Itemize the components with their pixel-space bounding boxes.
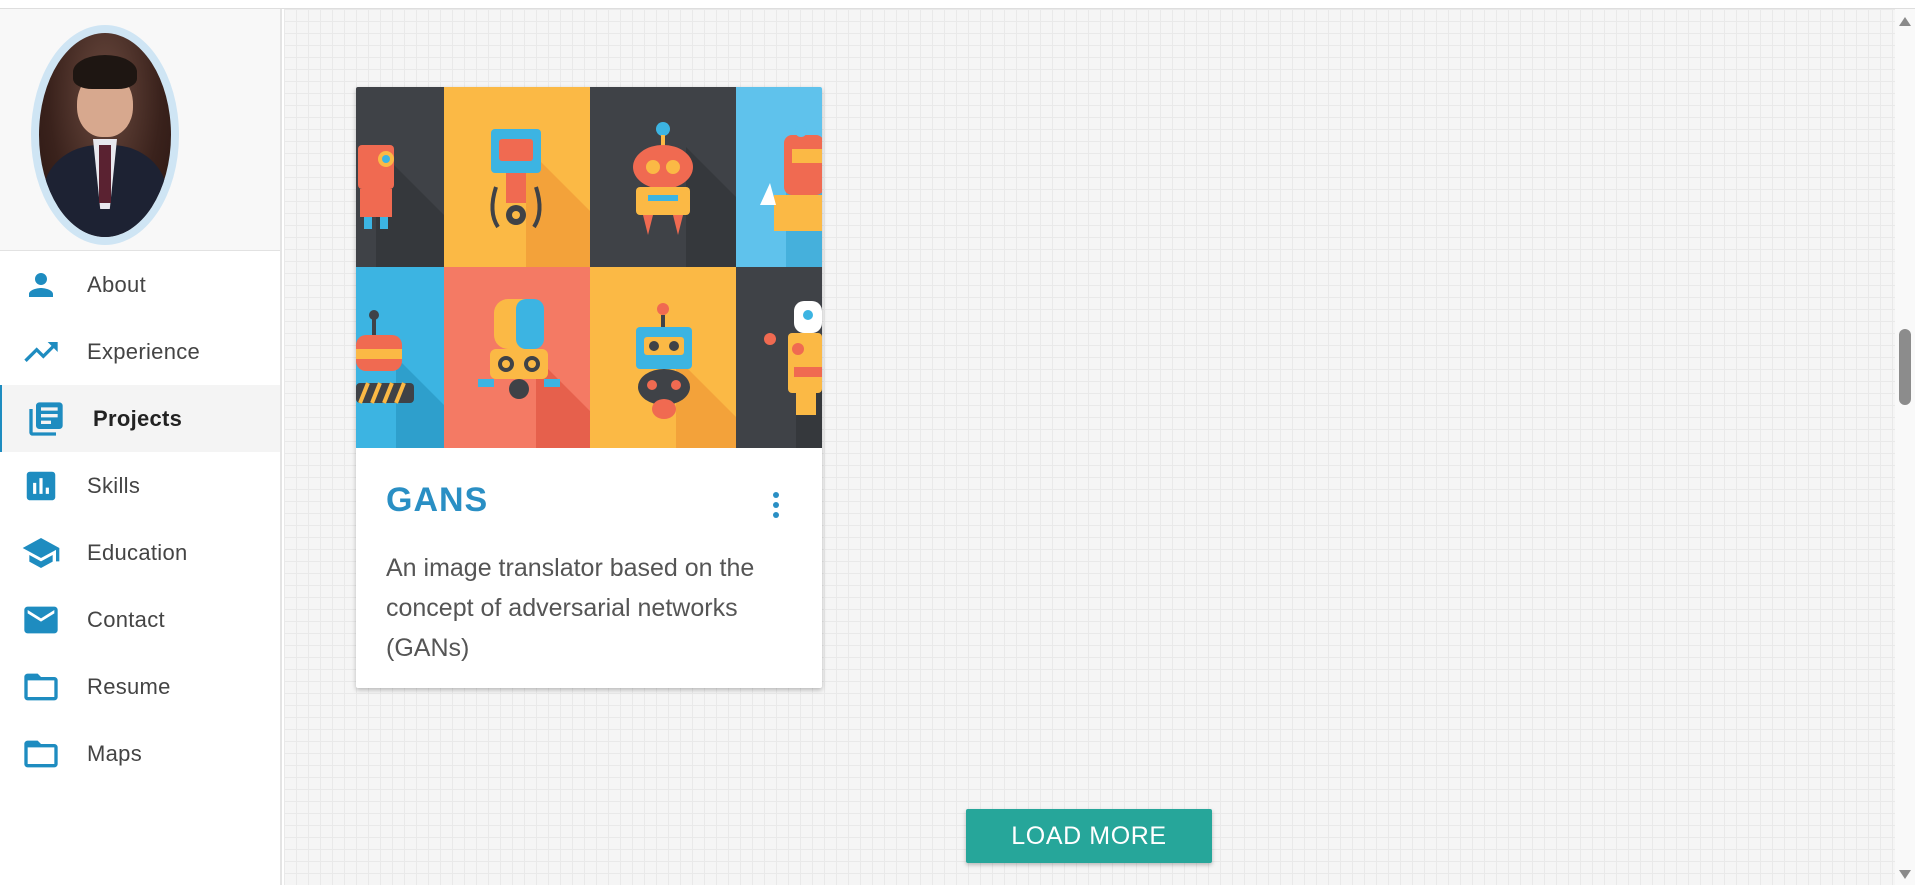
scroll-up-arrow-icon[interactable] bbox=[1899, 17, 1911, 26]
sidebar-item-label: Experience bbox=[87, 338, 201, 364]
more-vert-icon[interactable] bbox=[764, 489, 788, 521]
sidebar-nav: About Experience Projects Skills Educati… bbox=[0, 251, 280, 787]
trending-up-icon bbox=[21, 333, 61, 371]
scroll-thumb[interactable] bbox=[1899, 329, 1911, 405]
library-books-icon bbox=[26, 400, 66, 438]
sidebar-item-label: Maps bbox=[87, 740, 142, 766]
main-content: GANS An image translator based on the co… bbox=[284, 9, 1895, 885]
folder-icon bbox=[21, 735, 61, 773]
profile-header bbox=[0, 9, 280, 251]
sidebar-item-education[interactable]: Education bbox=[0, 519, 280, 586]
load-more-button[interactable]: LOAD MORE bbox=[966, 809, 1212, 863]
project-card-image bbox=[356, 87, 822, 448]
scrollbar[interactable] bbox=[1895, 9, 1915, 885]
sidebar-item-label: Education bbox=[87, 539, 188, 565]
scroll-down-arrow-icon[interactable] bbox=[1899, 870, 1911, 879]
sidebar-item-maps[interactable]: Maps bbox=[0, 720, 280, 787]
person-icon bbox=[21, 266, 61, 304]
sidebar-item-experience[interactable]: Experience bbox=[0, 318, 280, 385]
sidebar-item-resume[interactable]: Resume bbox=[0, 653, 280, 720]
sidebar-item-label: About bbox=[87, 271, 146, 297]
sidebar-item-contact[interactable]: Contact bbox=[0, 586, 280, 653]
project-card[interactable]: GANS An image translator based on the co… bbox=[356, 87, 822, 688]
avatar bbox=[31, 25, 179, 245]
profile-photo bbox=[39, 33, 171, 237]
sidebar-item-label: Resume bbox=[87, 673, 171, 699]
school-icon bbox=[21, 534, 61, 572]
mail-icon bbox=[21, 601, 61, 639]
sidebar: About Experience Projects Skills Educati… bbox=[0, 9, 282, 885]
folder-icon bbox=[21, 668, 61, 706]
project-card-description: An image translator based on the concept… bbox=[386, 554, 755, 662]
project-card-title[interactable]: GANS bbox=[386, 481, 488, 520]
bar-chart-icon bbox=[21, 467, 61, 505]
sidebar-item-projects[interactable]: Projects bbox=[0, 385, 280, 452]
top-border bbox=[0, 0, 1915, 9]
sidebar-item-about[interactable]: About bbox=[0, 251, 280, 318]
sidebar-item-label: Contact bbox=[87, 606, 165, 632]
sidebar-item-skills[interactable]: Skills bbox=[0, 452, 280, 519]
sidebar-item-label: Projects bbox=[93, 405, 183, 431]
sidebar-item-label: Skills bbox=[87, 472, 141, 498]
